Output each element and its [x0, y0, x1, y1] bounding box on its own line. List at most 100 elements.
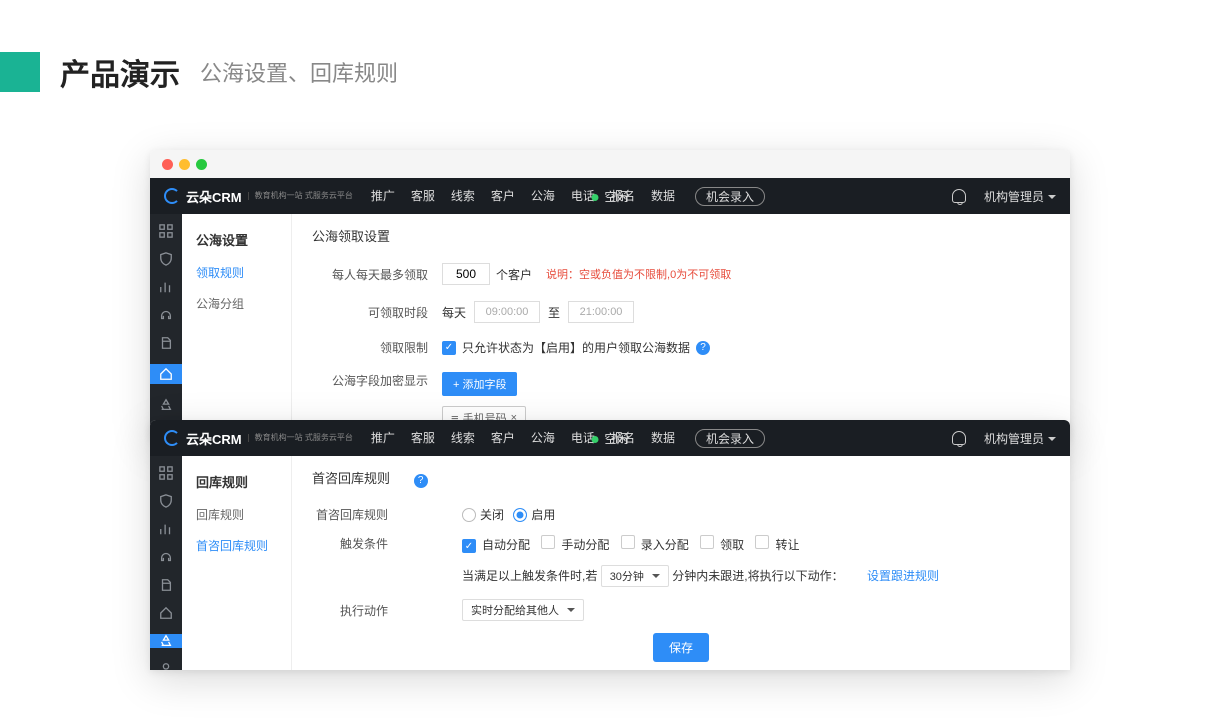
- status-dot-icon: [591, 436, 598, 443]
- rail-user-icon[interactable]: [156, 662, 176, 670]
- rail-headset-icon[interactable]: [156, 308, 176, 322]
- row-label: 首咨回库规则: [312, 506, 402, 523]
- note-text: 说明：空或负值为不限制,0为不可领取: [546, 266, 731, 282]
- logo-icon: [164, 430, 180, 446]
- cb-claim[interactable]: [700, 535, 714, 549]
- chevron-down-icon: [567, 608, 575, 616]
- menu-item[interactable]: 推广: [371, 429, 395, 448]
- sidebar-item-claim-rules[interactable]: 领取规则: [182, 257, 291, 288]
- save-row: 保存: [312, 633, 1050, 662]
- slide-title: 产品演示: [60, 50, 180, 94]
- cb-auto[interactable]: ✓: [462, 539, 476, 553]
- rail-shield-icon[interactable]: [156, 252, 176, 266]
- menu-pill[interactable]: 机会录入: [695, 429, 765, 448]
- row-label: 可领取时段: [312, 304, 442, 321]
- left-rail: [150, 456, 182, 670]
- row-rule-toggle: 首咨回库规则 关闭 启用: [312, 506, 1050, 523]
- chevron-down-icon: [1048, 437, 1056, 445]
- menu-item[interactable]: 公海: [531, 187, 555, 206]
- row-daily-limit: 每人每天最多领取 个客户 说明：空或负值为不限制,0为不可领取: [312, 263, 1050, 285]
- bell-icon[interactable]: [952, 431, 966, 445]
- window-min-icon[interactable]: [179, 159, 190, 170]
- topbar-right: 机构管理员: [952, 430, 1056, 447]
- set-followup-rule-link[interactable]: 设置跟进规则: [867, 569, 939, 583]
- rail-home-icon[interactable]: [156, 606, 176, 620]
- left-rail: [150, 214, 182, 440]
- logo-icon: [164, 188, 180, 204]
- sidebar-item-groups[interactable]: 公海分组: [182, 288, 291, 319]
- row-claim-restrict: 领取限制 ✓ 只允许状态为【启用】的用户领取公海数据 ?: [312, 339, 1050, 356]
- daily-text: 每天: [442, 304, 466, 321]
- sidebar-title: 公海设置: [182, 222, 291, 257]
- menu-pill[interactable]: 机会录入: [695, 187, 765, 206]
- menu-item[interactable]: 客户: [491, 187, 515, 206]
- sidebar-item-return-rules[interactable]: 回库规则: [182, 499, 291, 530]
- help-icon[interactable]: ?: [696, 341, 710, 355]
- menu-item[interactable]: 客户: [491, 429, 515, 448]
- rail-recycle-icon[interactable]: [150, 634, 182, 648]
- desc-b: 分钟内未跟进,将执行以下动作：: [672, 569, 843, 583]
- rail-dashboard-icon[interactable]: [156, 224, 176, 238]
- rail-chart-icon[interactable]: [156, 522, 176, 536]
- add-field-button[interactable]: + 添加字段: [442, 372, 517, 396]
- menu-item[interactable]: 客服: [411, 429, 435, 448]
- green-accent-block: [0, 52, 40, 92]
- row-trigger: 触发条件 ✓自动分配 手动分配 录入分配 领取 转让 当满足以上触发条件时,若 …: [312, 535, 1050, 588]
- slide-title-bar: 产品演示 公海设置、回库规则: [0, 50, 398, 94]
- rail-headset-icon[interactable]: [156, 550, 176, 564]
- window-max-icon[interactable]: [196, 159, 207, 170]
- cb-input[interactable]: [621, 535, 635, 549]
- logo-text: 云朵CRM: [186, 187, 242, 206]
- role-dropdown[interactable]: 机构管理员: [984, 430, 1056, 447]
- help-icon[interactable]: ?: [414, 474, 428, 488]
- time-from-input[interactable]: [474, 301, 540, 323]
- window-close-icon[interactable]: [162, 159, 173, 170]
- time-to-input[interactable]: [568, 301, 634, 323]
- menu-item[interactable]: 线索: [451, 429, 475, 448]
- menu-item[interactable]: 公海: [531, 429, 555, 448]
- content-area: 公海领取设置 每人每天最多领取 个客户 说明：空或负值为不限制,0为不可领取 可…: [292, 214, 1070, 440]
- menu-item[interactable]: 数据: [651, 187, 675, 206]
- app-logo: 云朵CRM 教育机构一站 式服务云平台: [164, 187, 353, 206]
- sidebar: 回库规则 回库规则 首咨回库规则: [182, 456, 292, 670]
- topbar-right: 机构管理员: [952, 188, 1056, 205]
- radio-off[interactable]: [462, 508, 476, 522]
- rail-shield-icon[interactable]: [156, 494, 176, 508]
- cb-label: 录入分配: [641, 538, 689, 552]
- daily-limit-input[interactable]: [442, 263, 490, 285]
- rail-doc-icon[interactable]: [156, 578, 176, 592]
- row-label: 领取限制: [312, 339, 442, 356]
- row-label: 执行动作: [312, 602, 402, 619]
- rail-doc-icon[interactable]: [156, 336, 176, 350]
- bell-icon[interactable]: [952, 189, 966, 203]
- cb-label: 转让: [775, 538, 799, 552]
- rail-home-icon[interactable]: [150, 364, 182, 384]
- row-time-range: 可领取时段 每天 至: [312, 301, 1050, 323]
- menu-item[interactable]: 推广: [371, 187, 395, 206]
- to-label: 至: [548, 304, 560, 321]
- checkbox-enabled[interactable]: ✓: [442, 341, 456, 355]
- menu-item[interactable]: 线索: [451, 187, 475, 206]
- status-text: 空闲: [604, 190, 628, 204]
- rail-recycle-icon[interactable]: [156, 398, 176, 412]
- role-label: 机构管理员: [984, 190, 1044, 204]
- menu-item[interactable]: 客服: [411, 187, 435, 206]
- save-button[interactable]: 保存: [653, 633, 709, 662]
- minutes-select[interactable]: 30分钟: [601, 565, 669, 587]
- radio-on[interactable]: [513, 508, 527, 522]
- mac-titlebar: [150, 150, 1070, 178]
- row-label: 公海字段加密显示: [312, 372, 442, 389]
- menu-item[interactable]: 数据: [651, 429, 675, 448]
- app-logo: 云朵CRM 教育机构一站 式服务云平台: [164, 429, 353, 448]
- sidebar: 公海设置 领取规则 公海分组: [182, 214, 292, 440]
- status-text: 空闲: [604, 432, 628, 446]
- top-menu: 推广 客服 线索 客户 公海 电话 报名 数据 机会录入: [371, 429, 765, 448]
- cb-manual[interactable]: [541, 535, 555, 549]
- cb-transfer[interactable]: [755, 535, 769, 549]
- rail-chart-icon[interactable]: [156, 280, 176, 294]
- rail-dashboard-icon[interactable]: [156, 466, 176, 480]
- role-dropdown[interactable]: 机构管理员: [984, 188, 1056, 205]
- sidebar-item-first-consult-rules[interactable]: 首咨回库规则: [182, 530, 291, 561]
- radio-off-label: 关闭: [480, 508, 504, 522]
- exec-select[interactable]: 实时分配给其他人: [462, 599, 584, 621]
